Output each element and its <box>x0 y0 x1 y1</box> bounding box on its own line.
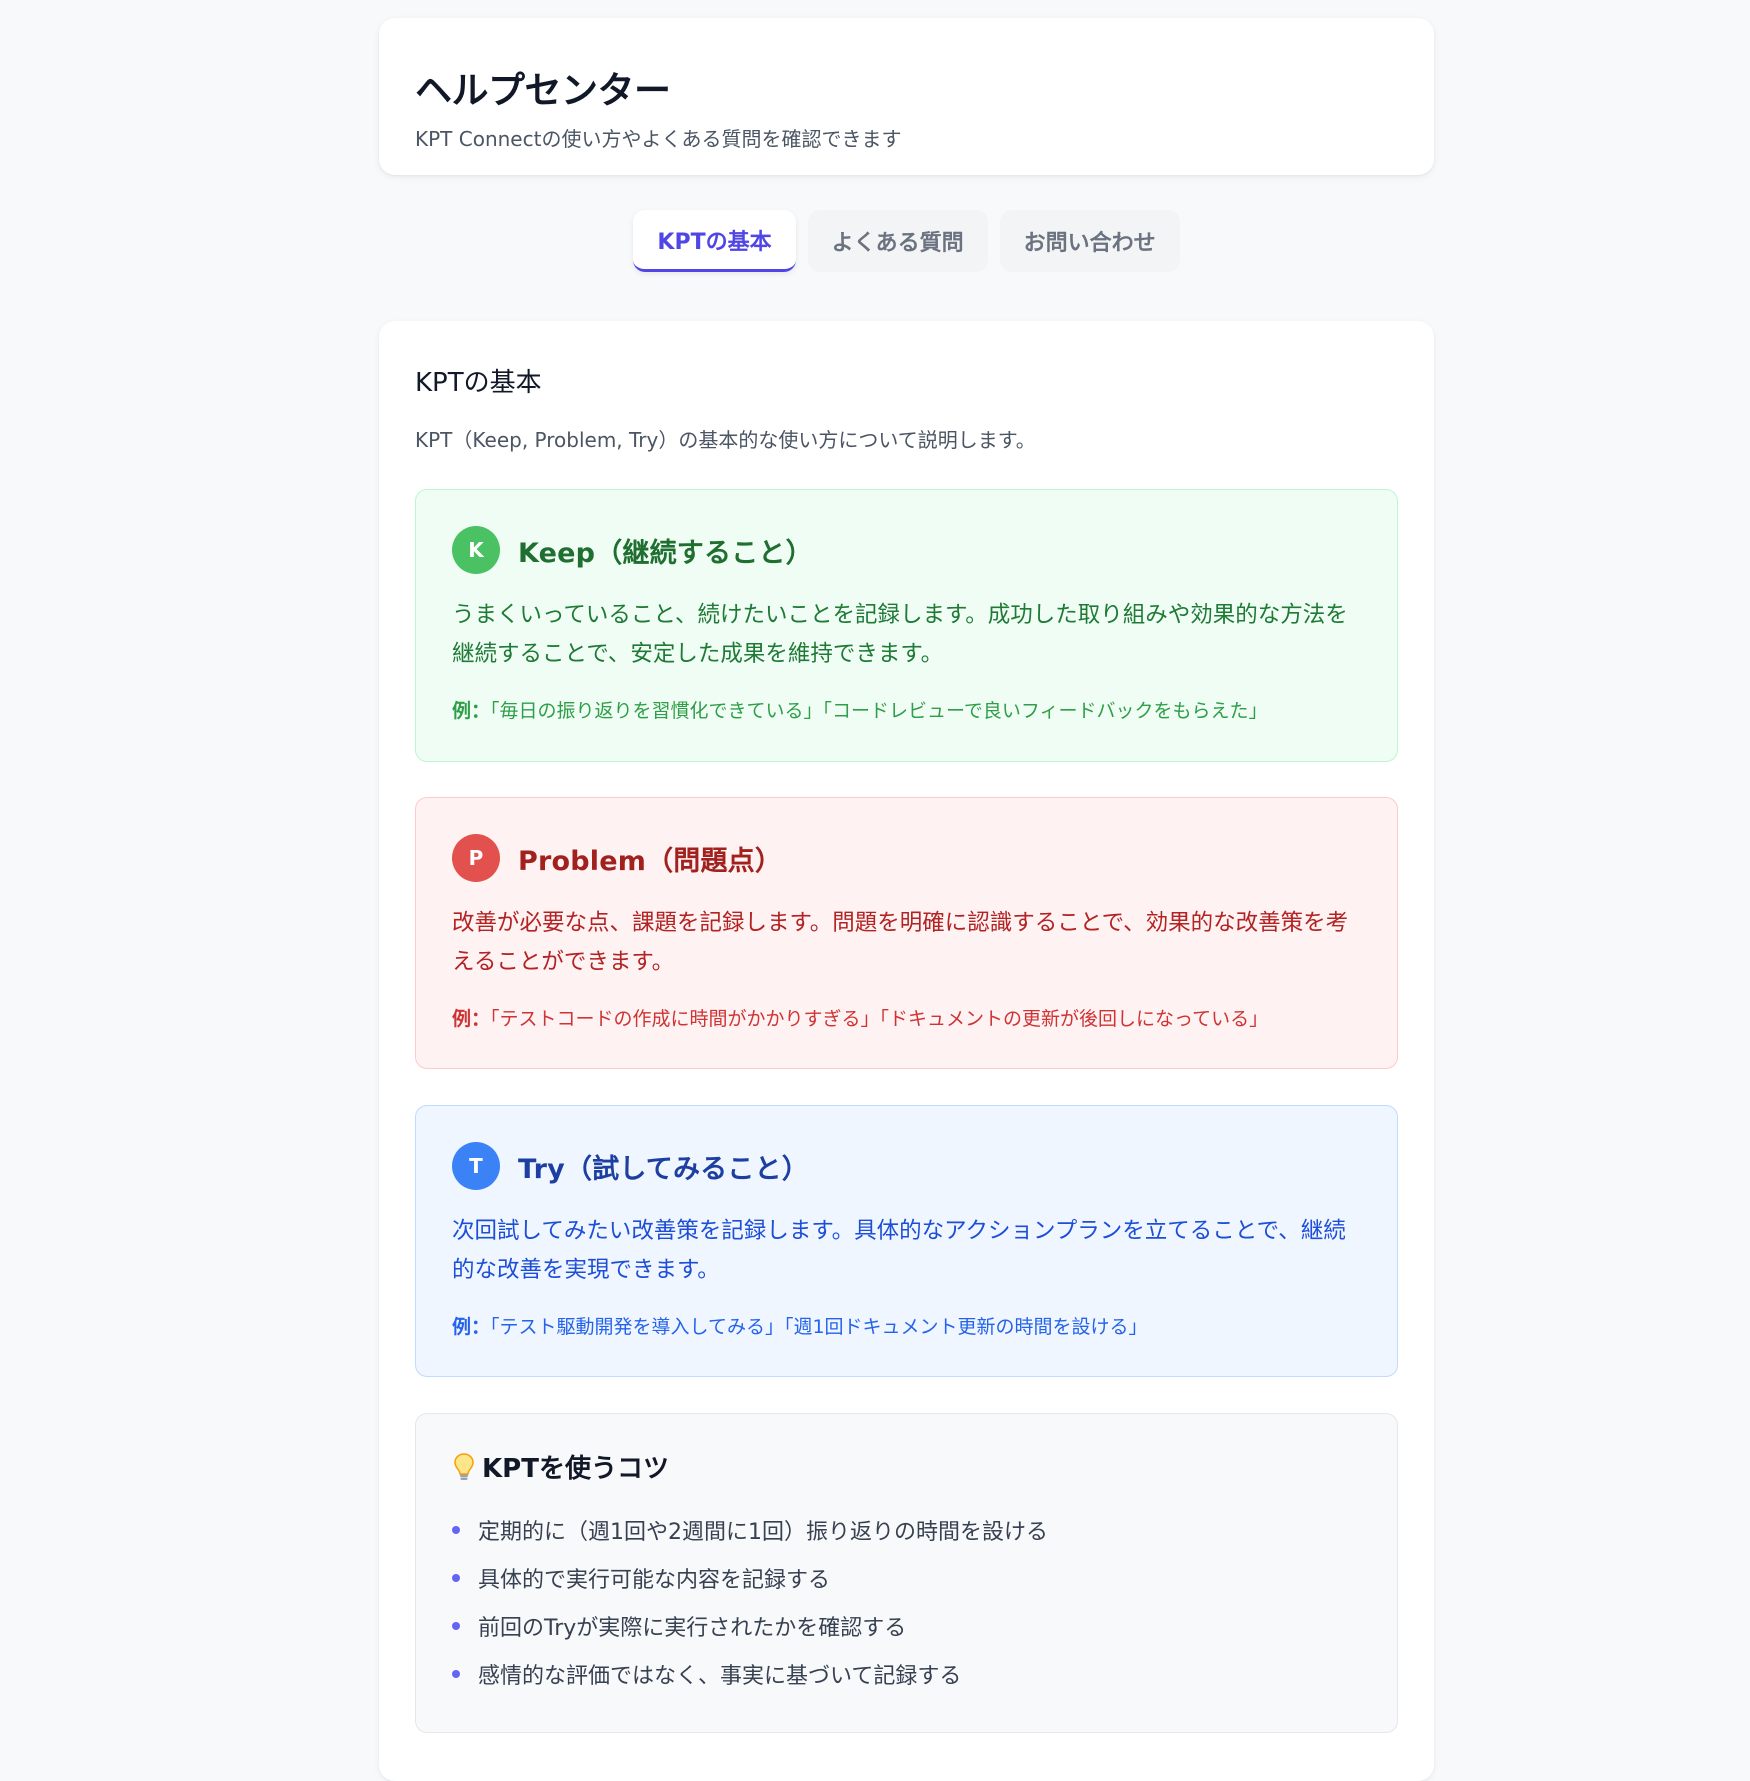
try-example: 例：「テスト駆動開発を導入してみる」「週1回ドキュメント更新の時間を設ける」 <box>452 1312 1148 1339</box>
tips-item-text: 定期的に（週1回や2週間に1回）振り返りの時間を設ける <box>478 1520 1048 1545</box>
keep-example-text: 「毎日の振り返りを習慣化できている」「コードレビューで良いフィードバックをもらえ… <box>490 700 1268 722</box>
tab-faq[interactable]: よくある質問 <box>807 210 988 272</box>
bullet-icon <box>452 1574 460 1582</box>
keep-example-label: 例： <box>452 700 491 722</box>
tips-list-item: 具体的で実行可能な内容を記録する <box>452 1554 1048 1602</box>
try-badge: T <box>452 1142 500 1190</box>
tab-kpt-basics[interactable]: KPTの基本 <box>633 210 796 272</box>
help-tabs: KPTの基本 よくある質問 お問い合わせ <box>379 210 1434 274</box>
tips-list-item: 定期的に（週1回や2週間に1回）振り返りの時間を設ける <box>452 1506 1048 1554</box>
keep-description: うまくいっていること、続けたいことを記録します。成功した取り組みや効果的な方法を… <box>452 602 1348 667</box>
lightbulb-icon <box>452 1451 476 1483</box>
problem-title: Problem（問題点） <box>518 845 783 877</box>
tips-list-item: 感情的な評価ではなく、事実に基づいて記録する <box>452 1650 1048 1698</box>
tips-header: KPTを使うコツ <box>452 1448 669 1485</box>
content-card: KPTの基本 KPT（Keep, Problem, Try）の基本的な使い方につ… <box>379 321 1434 1781</box>
try-card: T Try（試してみること） 次回試してみたい改善策を記録します。具体的なアクシ… <box>415 1105 1398 1377</box>
try-example-label: 例： <box>452 1316 491 1338</box>
keep-title: Keep（継続すること） <box>518 537 813 569</box>
problem-badge: P <box>452 834 500 882</box>
section-title: KPTの基本 <box>415 368 542 398</box>
try-description: 次回試してみたい改善策を記録します。具体的なアクションプランを立てることで、継続… <box>452 1218 1346 1283</box>
keep-example: 例：「毎日の振り返りを習慣化できている」「コードレビューで良いフィードバックをも… <box>452 696 1268 723</box>
keep-badge: K <box>452 526 500 574</box>
problem-header: P Problem（問題点） <box>452 834 782 882</box>
header-card: ヘルプセンター KPT Connectの使い方やよくある質問を確認できます <box>379 18 1434 175</box>
bullet-icon <box>452 1622 460 1630</box>
try-title: Try（試してみること） <box>518 1153 809 1185</box>
tips-item-text: 具体的で実行可能な内容を記録する <box>478 1568 831 1593</box>
tab-contact[interactable]: お問い合わせ <box>999 210 1180 272</box>
page-subtitle: KPT Connectの使い方やよくある質問を確認できます <box>415 127 902 151</box>
keep-card: K Keep（継続すること） うまくいっていること、続けたいことを記録します。成… <box>415 489 1398 762</box>
tips-item-text: 前回のTryが実際に実行されたかを確認する <box>478 1616 907 1641</box>
keep-header: K Keep（継続すること） <box>452 526 813 574</box>
tips-list: 定期的に（週1回や2週間に1回）振り返りの時間を設ける 具体的で実行可能な内容を… <box>452 1506 1048 1698</box>
try-header: T Try（試してみること） <box>452 1142 809 1190</box>
problem-example-label: 例： <box>452 1008 491 1030</box>
problem-example-text: 「テストコードの作成に時間がかかりすぎる」「ドキュメントの更新が後回しになってい… <box>490 1008 1269 1030</box>
bullet-icon <box>452 1526 460 1534</box>
problem-example: 例：「テストコードの作成に時間がかかりすぎる」「ドキュメントの更新が後回しになっ… <box>452 1004 1268 1031</box>
page-title: ヘルプセンター <box>415 69 671 112</box>
tips-card: KPTを使うコツ 定期的に（週1回や2週間に1回）振り返りの時間を設ける 具体的… <box>415 1413 1398 1733</box>
section-description: KPT（Keep, Problem, Try）の基本的な使い方について説明します… <box>415 428 1036 452</box>
bullet-icon <box>452 1670 460 1678</box>
tips-item-text: 感情的な評価ではなく、事実に基づいて記録する <box>478 1664 962 1689</box>
try-example-text: 「テスト駆動開発を導入してみる」「週1回ドキュメント更新の時間を設ける」 <box>490 1316 1148 1338</box>
problem-description: 改善が必要な点、課題を記録します。問題を明確に認識することで、効果的な改善策を考… <box>452 910 1349 975</box>
tips-title: KPTを使うコツ <box>482 1454 669 1484</box>
problem-card: P Problem（問題点） 改善が必要な点、課題を記録します。問題を明確に認識… <box>415 797 1398 1069</box>
tips-list-item: 前回のTryが実際に実行されたかを確認する <box>452 1602 1048 1650</box>
